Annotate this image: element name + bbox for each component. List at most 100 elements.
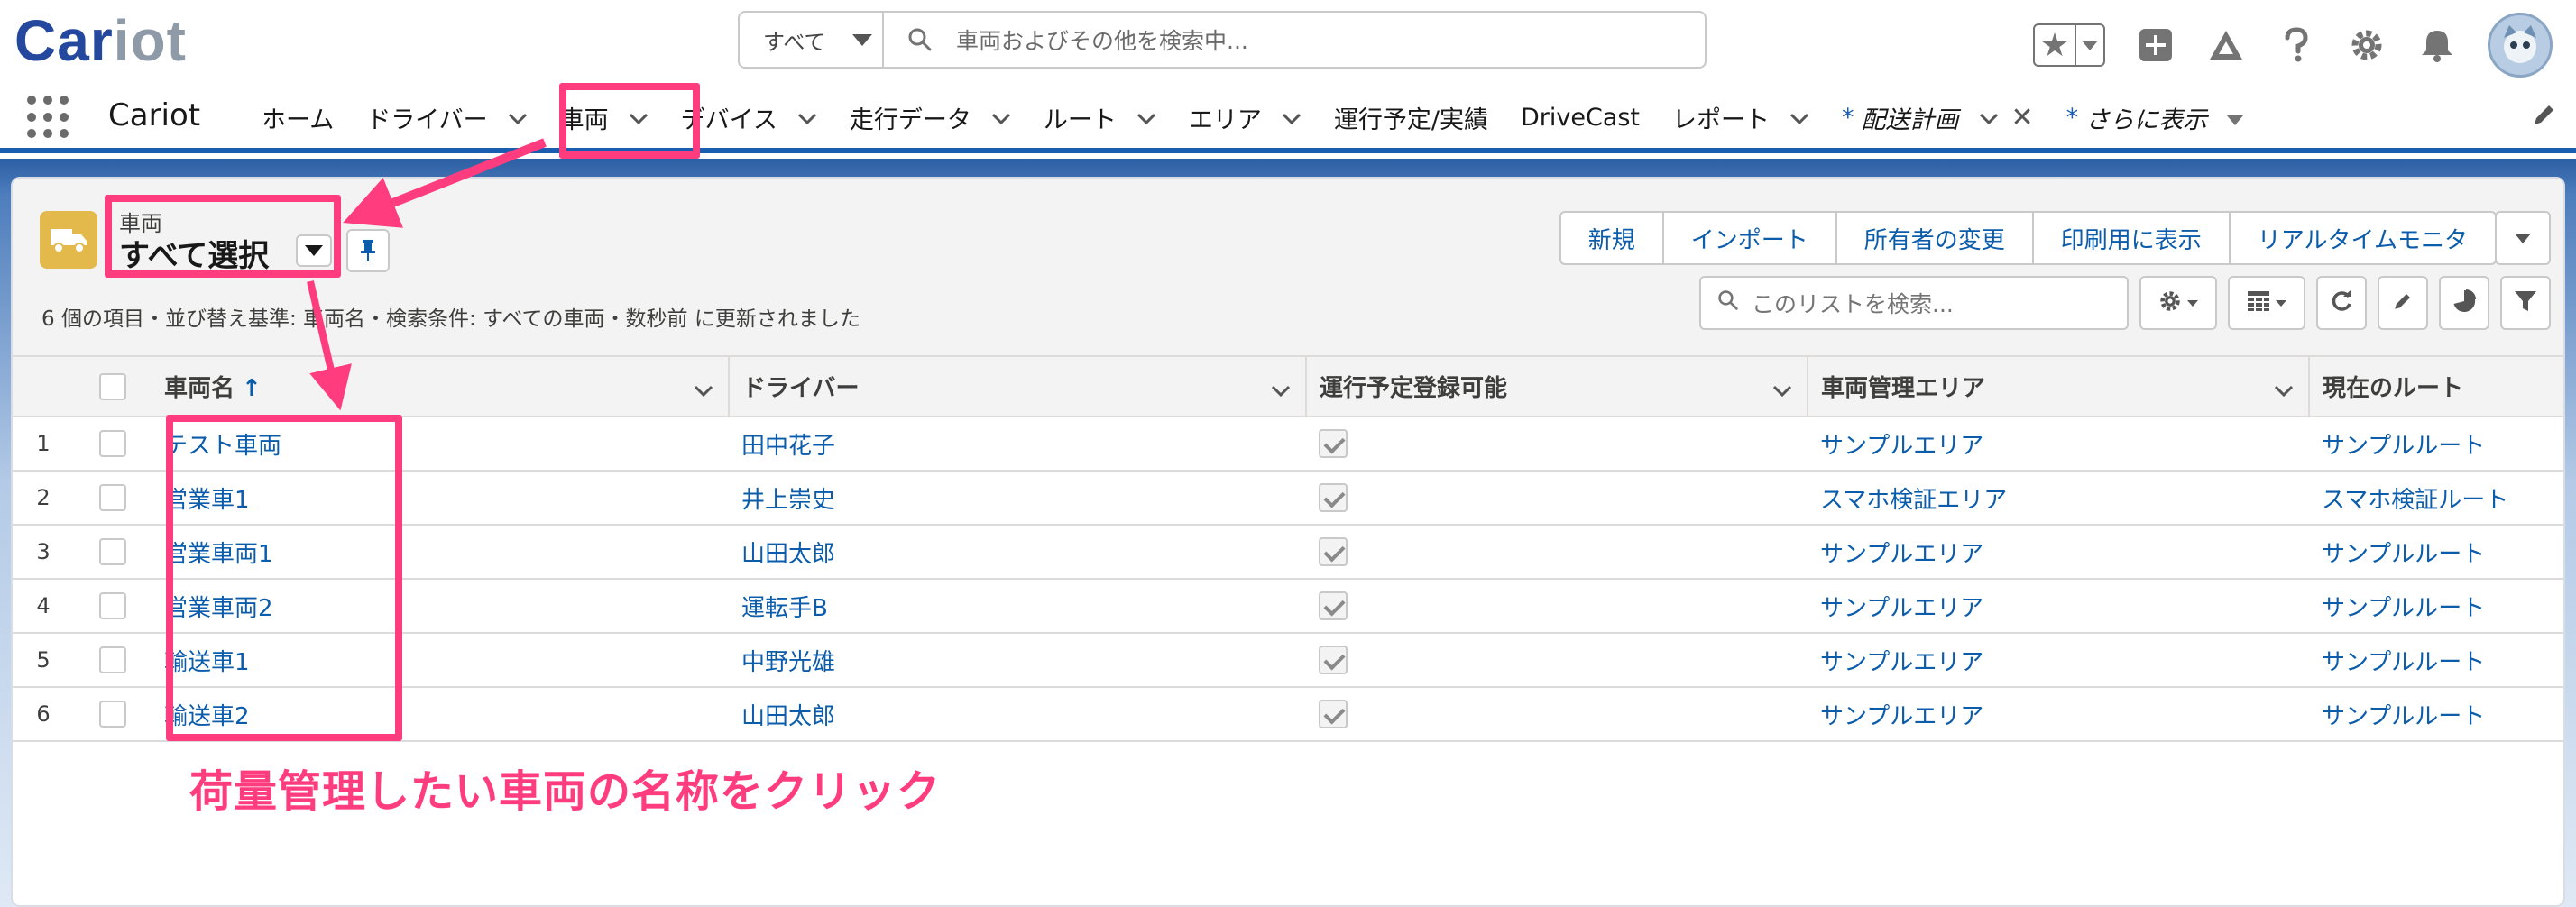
list-search-input[interactable]: このリストを検索... — [1699, 276, 2129, 330]
gear-icon — [2158, 289, 2182, 316]
favorites-button-group[interactable]: ★ — [2033, 23, 2105, 67]
row-number: 3 — [13, 525, 74, 580]
column-header-route[interactable]: 現在のルート — [2308, 357, 2563, 417]
tab-drivers[interactable]: ドライバー — [350, 81, 543, 153]
row-number: 4 — [13, 579, 74, 634]
chevron-down-icon[interactable] — [1136, 104, 1156, 132]
gear-icon[interactable] — [2347, 25, 2387, 65]
help-icon[interactable] — [2277, 25, 2316, 65]
area-link[interactable]: サンプルエリア — [1808, 417, 2309, 472]
row-checkbox[interactable] — [74, 579, 152, 634]
route-link[interactable]: サンプルルート — [2309, 633, 2563, 688]
table-header-row: 車両名 ↑ ドライバー 運行予定登録可能 車両管理エリア 現在のルート — [13, 357, 2563, 417]
display-as-table-button[interactable] — [2228, 276, 2305, 330]
caret-down-icon[interactable] — [2227, 104, 2244, 132]
chevron-down-icon[interactable] — [797, 104, 817, 132]
driver-link[interactable]: 田中花子 — [729, 417, 1306, 472]
tab-reports[interactable]: レポート — [1656, 81, 1826, 153]
change-owner-button[interactable]: 所有者の変更 — [1837, 213, 2034, 263]
driver-link[interactable]: 山田太郎 — [729, 525, 1306, 580]
route-link[interactable]: スマホ検証ルート — [2309, 471, 2563, 526]
tab-more[interactable]: * さらに表示 — [2050, 81, 2260, 153]
notification-bell-icon[interactable] — [2417, 25, 2457, 65]
area-link[interactable]: サンプルエリア — [1808, 687, 2309, 742]
row-checkbox[interactable] — [74, 417, 152, 472]
annotation-instruction: 荷量管理したい車両の名称をクリック — [189, 766, 942, 817]
driver-link[interactable]: 中野光雄 — [729, 633, 1306, 688]
trailhead-icon[interactable] — [2206, 25, 2246, 65]
tab-schedule-results[interactable]: 運行予定/実績 — [1318, 81, 1504, 153]
chevron-down-icon — [2187, 299, 2198, 307]
charts-button[interactable] — [2439, 276, 2489, 330]
chevron-down-icon[interactable] — [1979, 104, 1999, 132]
bookable-checkbox — [1306, 417, 1808, 472]
chevron-down-icon[interactable] — [1772, 377, 1792, 404]
column-header-vehicle-name[interactable]: 車両名 ↑ — [152, 357, 729, 417]
chevron-down-icon[interactable] — [1271, 377, 1291, 404]
row-checkbox[interactable] — [74, 471, 152, 526]
filter-button[interactable] — [2500, 276, 2551, 330]
table-icon — [2247, 290, 2270, 316]
row-checkbox[interactable] — [74, 687, 152, 742]
route-link[interactable]: サンプルルート — [2309, 417, 2563, 472]
chevron-down-icon[interactable] — [991, 104, 1011, 132]
area-link[interactable]: サンプルエリア — [1808, 579, 2309, 634]
row-checkbox[interactable] — [74, 633, 152, 688]
global-search-input[interactable]: 車両およびその他を検索中... — [956, 23, 1248, 56]
list-settings-button[interactable] — [2139, 276, 2217, 330]
action-button-group: 新規 インポート 所有者の変更 印刷用に表示 リアルタイムモニタ — [1559, 211, 2497, 265]
sort-ascending-icon: ↑ — [242, 375, 262, 402]
route-link[interactable]: サンプルルート — [2309, 525, 2563, 580]
area-link[interactable]: スマホ検証エリア — [1808, 471, 2309, 526]
driver-link[interactable]: 井上崇史 — [729, 471, 1306, 526]
cariot-logo[interactable]: Cariot — [14, 9, 187, 72]
user-avatar[interactable] — [2488, 13, 2553, 78]
printable-view-button[interactable]: 印刷用に表示 — [2034, 213, 2231, 263]
column-header-area[interactable]: 車両管理エリア — [1807, 357, 2309, 417]
tab-routes[interactable]: ルート — [1027, 81, 1173, 153]
pie-chart-icon — [2452, 289, 2476, 316]
close-icon[interactable]: ✕ — [2011, 102, 2034, 133]
tab-delivery-plan[interactable]: * 配送計画 ✕ — [1826, 81, 2050, 153]
pencil-icon — [2392, 290, 2414, 316]
new-button[interactable]: 新規 — [1561, 213, 1664, 263]
refresh-button[interactable] — [2316, 276, 2367, 330]
global-search[interactable]: すべて 車両およびその他を検索中... — [738, 11, 1707, 69]
tab-drivecast[interactable]: DriveCast — [1504, 81, 1656, 153]
import-button[interactable]: インポート — [1664, 213, 1837, 263]
chevron-down-icon[interactable] — [694, 377, 713, 404]
search-icon — [1717, 289, 1739, 316]
favorites-list-button[interactable] — [2076, 25, 2103, 65]
edit-nav-pencil-icon[interactable] — [2531, 101, 2558, 132]
chevron-down-icon[interactable] — [2274, 377, 2294, 404]
row-number-header — [13, 357, 74, 417]
bookable-checkbox — [1306, 471, 1808, 526]
chevron-down-icon[interactable] — [508, 104, 528, 132]
area-link[interactable]: サンプルエリア — [1808, 525, 2309, 580]
driver-link[interactable]: 山田太郎 — [729, 687, 1306, 742]
realtime-monitor-button[interactable]: リアルタイムモニタ — [2231, 213, 2495, 263]
chevron-down-icon[interactable] — [1789, 104, 1809, 132]
search-scope-select[interactable]: すべて — [740, 13, 884, 67]
bookable-checkbox — [1306, 633, 1808, 688]
row-number: 6 — [13, 687, 74, 742]
star-icon[interactable]: ★ — [2035, 25, 2076, 65]
tab-home[interactable]: ホーム — [245, 81, 350, 153]
driver-link[interactable]: 運転手B — [729, 579, 1306, 634]
column-header-driver[interactable]: ドライバー — [728, 357, 1306, 417]
row-checkbox[interactable] — [74, 525, 152, 580]
chevron-down-icon[interactable] — [1282, 104, 1302, 132]
route-link[interactable]: サンプルルート — [2309, 579, 2563, 634]
app-launcher-icon[interactable] — [27, 96, 70, 139]
more-actions-button[interactable] — [2495, 211, 2551, 265]
route-link[interactable]: サンプルルート — [2309, 687, 2563, 742]
column-header-bookable[interactable]: 運行予定登録可能 — [1305, 357, 1808, 417]
tab-driving-data[interactable]: 走行データ — [833, 81, 1027, 153]
chevron-down-icon — [2276, 299, 2286, 307]
pin-list-view-button[interactable] — [346, 229, 390, 272]
select-all-checkbox[interactable] — [74, 357, 152, 417]
area-link[interactable]: サンプルエリア — [1808, 633, 2309, 688]
inline-edit-button[interactable] — [2378, 276, 2428, 330]
tab-areas[interactable]: エリア — [1173, 81, 1318, 153]
global-create-icon[interactable] — [2136, 25, 2176, 65]
